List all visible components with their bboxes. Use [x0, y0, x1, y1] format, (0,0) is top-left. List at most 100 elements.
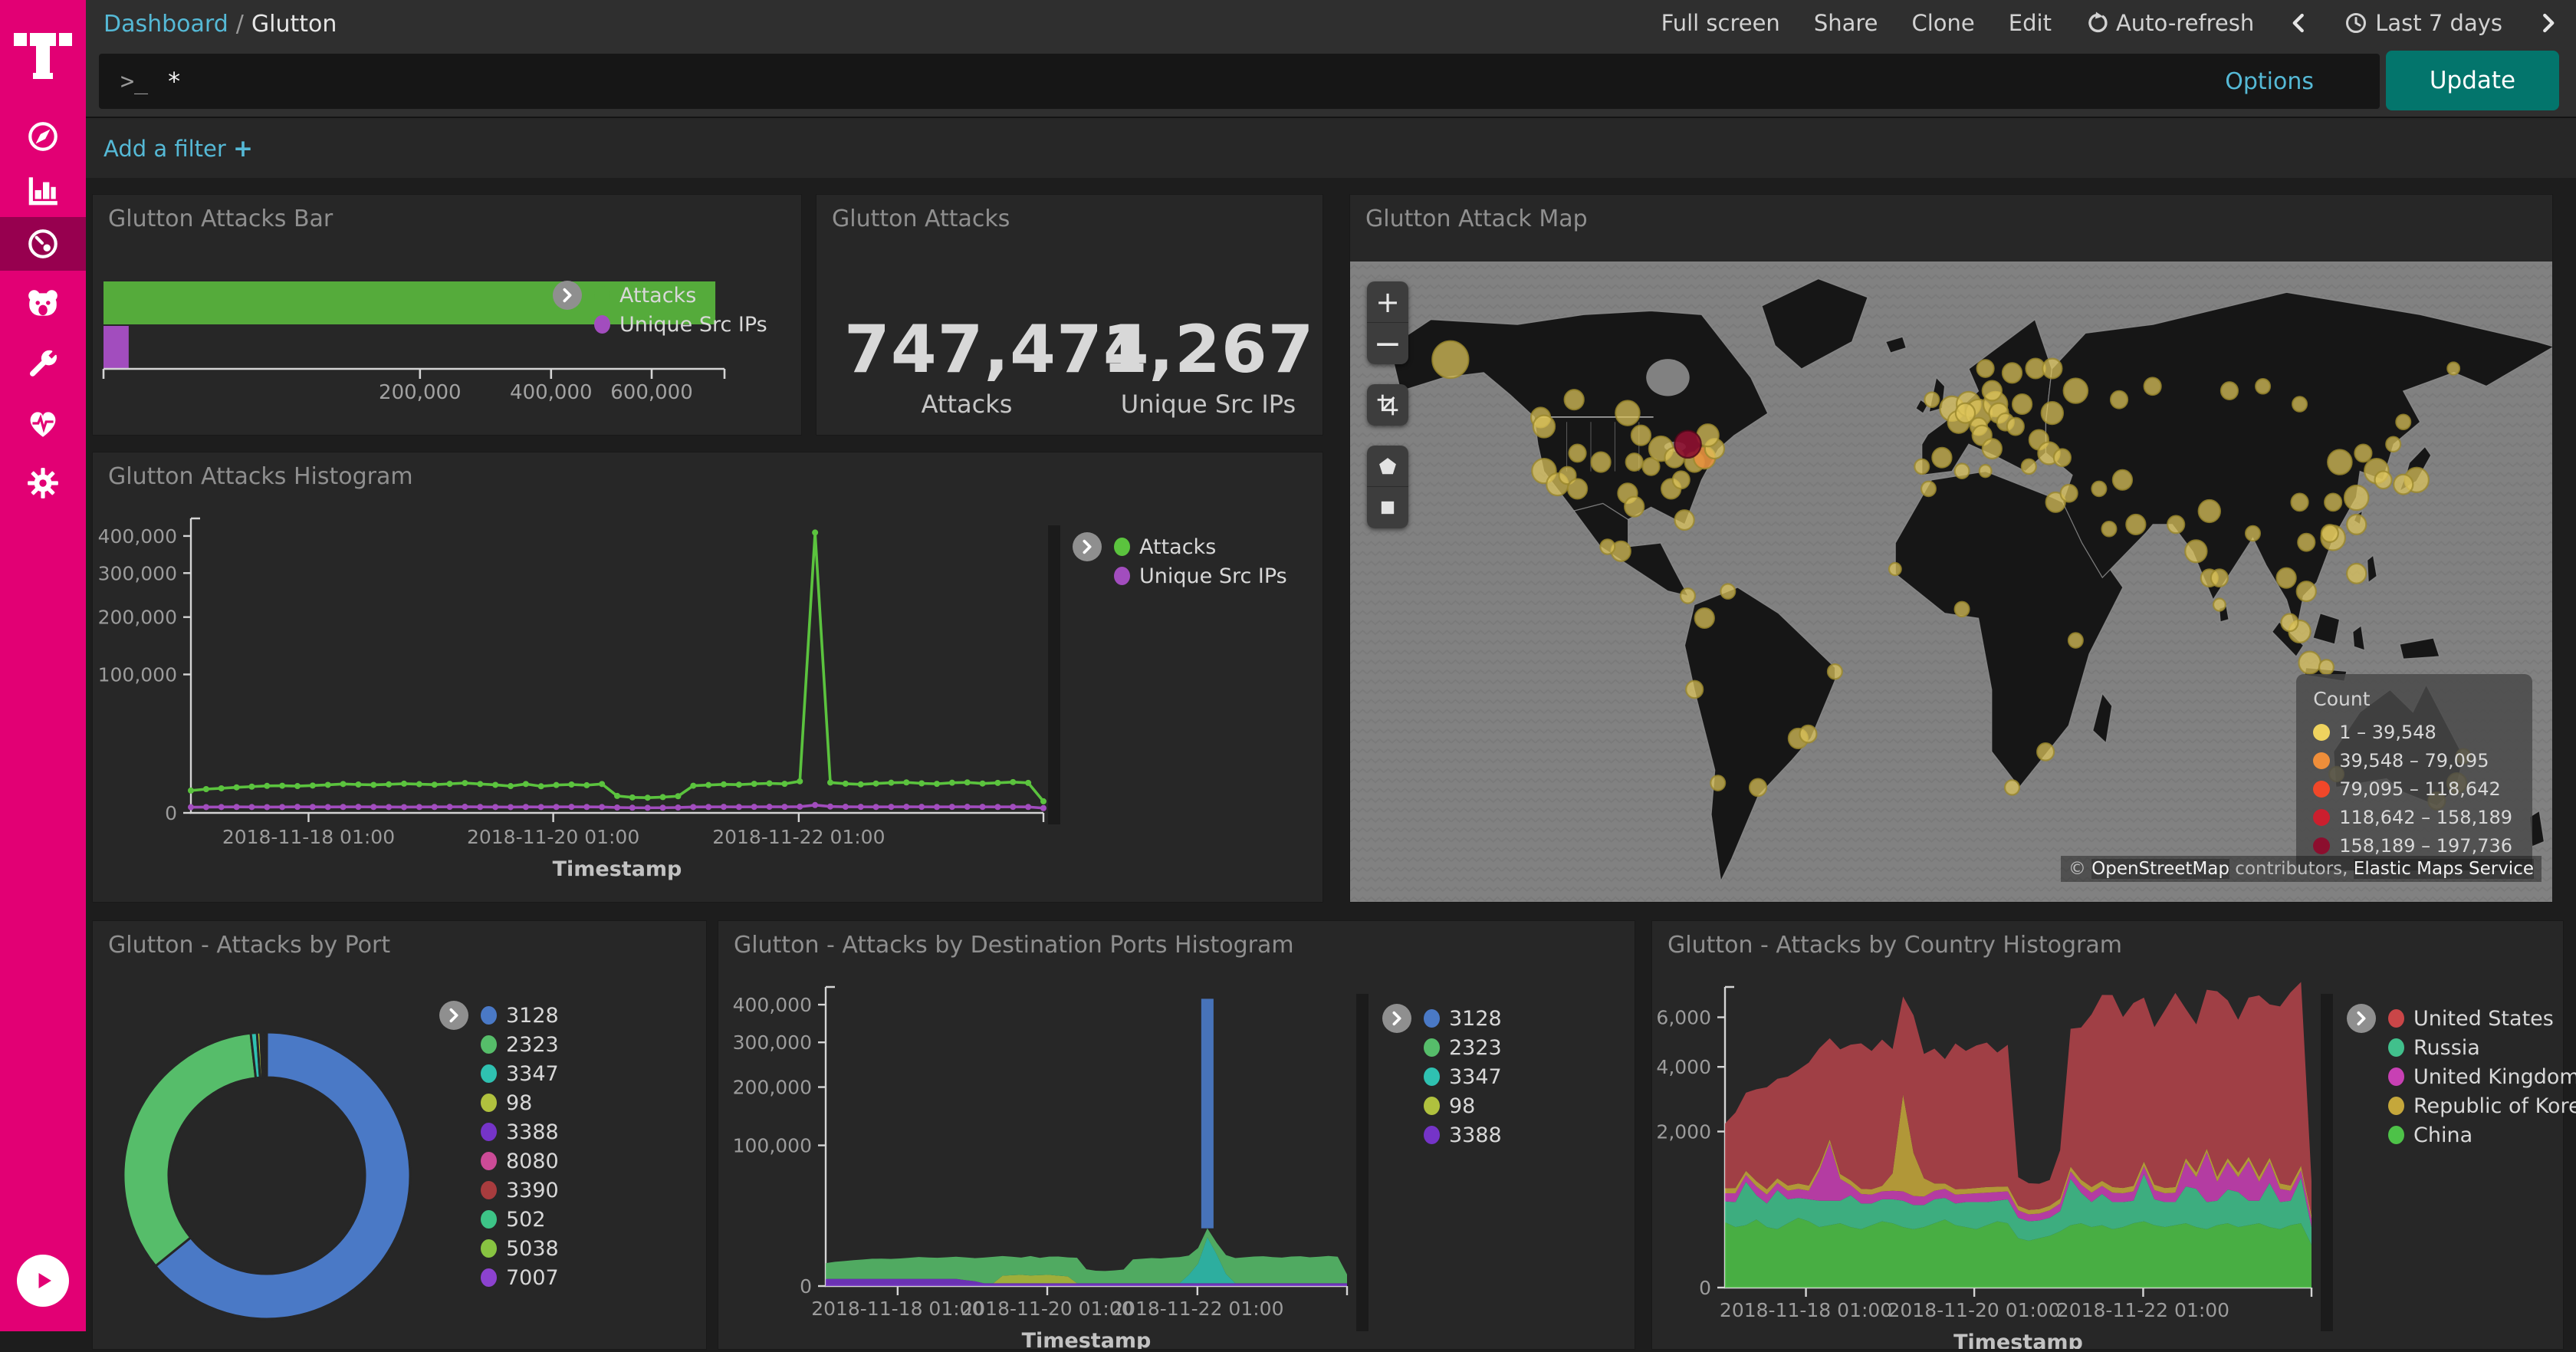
panel-attacks-bar: Glutton Attacks Bar 200,000400,000600,00…	[92, 194, 802, 436]
legend-item-98[interactable]: 98	[1424, 1091, 1502, 1120]
sidebar-item-monitoring[interactable]	[0, 396, 86, 450]
legend-item-attacks[interactable]: Attacks	[1114, 532, 1287, 561]
legend-item-3388[interactable]: 3388	[1424, 1120, 1502, 1150]
legend-item-3390[interactable]: 3390	[481, 1176, 559, 1205]
metric-label: Unique Src IPs	[1086, 390, 1331, 419]
sidebar-expand-button[interactable]	[17, 1255, 69, 1307]
sidebar-item-management[interactable]	[0, 456, 86, 510]
sidebar-item-dev-tools[interactable]	[0, 337, 86, 390]
breadcrumb-dashboard-link[interactable]: Dashboard	[104, 11, 228, 38]
legend-color-dot	[481, 1152, 497, 1170]
nav-item-share[interactable]: Share	[1814, 10, 1878, 36]
attacks-histogram-chart[interactable]: 0100,000200,000300,000400,0002018-11-18 …	[93, 452, 1322, 902]
map-legend-item: 39,548 – 79,095	[2313, 746, 2512, 775]
legend-expand-button[interactable]	[1073, 532, 1102, 561]
svg-text:2018-11-18 01:00: 2018-11-18 01:00	[811, 1298, 984, 1320]
refresh-icon	[2085, 12, 2108, 35]
time-forward-button[interactable]	[2536, 12, 2559, 35]
legend-expand-button[interactable]	[2347, 1004, 2376, 1033]
legend-color-dot	[1114, 567, 1130, 585]
sidebar-item-visualize[interactable]	[0, 163, 86, 217]
panel-country-histogram: Glutton - Attacks by Country Histogram 0…	[1651, 920, 2564, 1350]
legend-item-russia[interactable]: Russia	[2388, 1033, 2576, 1062]
svg-text:100,000: 100,000	[98, 663, 177, 686]
osm-link[interactable]: OpenStreetMap	[2091, 859, 2229, 879]
panel-title: Glutton - Attacks by Port	[108, 932, 390, 959]
attacks-by-port-donut[interactable]	[93, 921, 706, 1349]
legend-item-3347[interactable]: 3347	[1424, 1062, 1502, 1091]
svg-text:0: 0	[165, 802, 177, 824]
svg-text:200,000: 200,000	[733, 1077, 812, 1099]
sidebar-item-dashboard[interactable]	[0, 217, 86, 271]
scrollbar-track[interactable]	[2321, 994, 2333, 1331]
map-draw-polygon-button[interactable]	[1367, 446, 1408, 487]
metric-unique-src-ips: 1,267Unique Src IPs	[1086, 311, 1331, 419]
map-fit-data-button[interactable]	[1367, 384, 1408, 426]
map-zoom-in-button[interactable]: +	[1367, 281, 1408, 323]
update-button[interactable]: Update	[2386, 51, 2559, 110]
options-link[interactable]: Options	[2225, 54, 2314, 109]
polygon-icon	[1376, 455, 1399, 478]
legend-item-3347[interactable]: 3347	[481, 1059, 559, 1088]
legend-item-unique-src-ips[interactable]: Unique Src IPs	[594, 310, 767, 339]
legend-item-unique-src-ips[interactable]: Unique Src IPs	[1114, 561, 1287, 590]
legend-expand-button[interactable]	[439, 1001, 468, 1030]
legend-item-china[interactable]: China	[2388, 1120, 2576, 1150]
map-legend-dot	[2313, 752, 2330, 769]
legend-item-2323[interactable]: 2323	[481, 1030, 559, 1059]
ems-link[interactable]: Elastic Maps Service	[2354, 859, 2534, 879]
legend-label: Russia	[2413, 1036, 2480, 1060]
legend-item-republic-of-korea[interactable]: Republic of Korea	[2388, 1091, 2576, 1120]
play-icon	[28, 1265, 58, 1296]
time-back-button[interactable]	[2288, 12, 2311, 35]
map-zoom-out-button[interactable]: −	[1367, 323, 1408, 364]
legend-label: Attacks	[1139, 535, 1216, 559]
nav-item-clone[interactable]: Clone	[1912, 10, 1975, 36]
legend-label: 3347	[506, 1062, 559, 1086]
chevron-right-icon	[2536, 12, 2559, 35]
legend-item-8080[interactable]: 8080	[481, 1146, 559, 1176]
nav-item-edit[interactable]: Edit	[2009, 10, 2052, 36]
search-input[interactable]: >_ * Options	[99, 54, 2380, 109]
attack-map[interactable]: + − Count	[1350, 262, 2552, 902]
svg-text:2018-11-22 01:00: 2018-11-22 01:00	[1111, 1298, 1283, 1320]
panel-title: Glutton Attacks Bar	[108, 206, 333, 232]
sidebar-item-discover[interactable]	[0, 110, 86, 163]
scrollbar-track[interactable]	[1048, 525, 1060, 824]
svg-text:400,000: 400,000	[98, 525, 177, 548]
svg-text:400,000: 400,000	[733, 994, 812, 1016]
nav-item-full-screen[interactable]: Full screen	[1661, 10, 1780, 36]
legend-item-3128[interactable]: 3128	[1424, 1004, 1502, 1033]
svg-text:2018-11-22 01:00: 2018-11-22 01:00	[2057, 1299, 2229, 1321]
legend-item-2323[interactable]: 2323	[1424, 1033, 1502, 1062]
svg-text:200,000: 200,000	[98, 607, 177, 629]
legend-label: 3347	[1449, 1065, 1502, 1089]
legend-item-98[interactable]: 98	[481, 1088, 559, 1117]
scrollbar-track[interactable]	[1356, 994, 1368, 1331]
legend-item-united-kingdom[interactable]: United Kingdom	[2388, 1062, 2576, 1091]
legend-item-5038[interactable]: 5038	[481, 1234, 559, 1263]
chevron-right-icon	[445, 1007, 462, 1024]
svg-text:300,000: 300,000	[733, 1031, 812, 1054]
legend-expand-button[interactable]	[553, 281, 582, 310]
legend-color-dot	[1424, 1067, 1440, 1086]
time-picker-button[interactable]: Last 7 days	[2344, 10, 2502, 36]
svg-text:Timestamp: Timestamp	[1022, 1329, 1152, 1349]
legend-item-3128[interactable]: 3128	[481, 1001, 559, 1030]
sidebar-item-bear[interactable]	[0, 277, 86, 331]
legend-item-3388[interactable]: 3388	[481, 1117, 559, 1146]
query-prompt-icon: >_	[120, 68, 148, 95]
legend-item-7007[interactable]: 7007	[481, 1263, 559, 1292]
legend-label: United Kingdom	[2413, 1065, 2576, 1089]
svg-text:100,000: 100,000	[733, 1135, 812, 1157]
panel-attacks-metric: Glutton Attacks 747,474Attacks1,267Uniqu…	[816, 194, 1323, 436]
legend-expand-button[interactable]	[1382, 1004, 1411, 1033]
legend-item-502[interactable]: 502	[481, 1205, 559, 1234]
navbar-menu: Full screen Share Clone Edit Auto-refresh Las…	[1661, 0, 2559, 46]
legend-item-united-states[interactable]: United States	[2388, 1004, 2576, 1033]
legend-color-dot	[1424, 1126, 1440, 1144]
auto-refresh-button[interactable]: Auto-refresh	[2085, 10, 2254, 36]
add-filter-link[interactable]: Add a filter +	[104, 135, 253, 163]
legend-item-attacks[interactable]: Attacks	[594, 281, 767, 310]
map-draw-rectangle-button[interactable]	[1367, 487, 1408, 528]
